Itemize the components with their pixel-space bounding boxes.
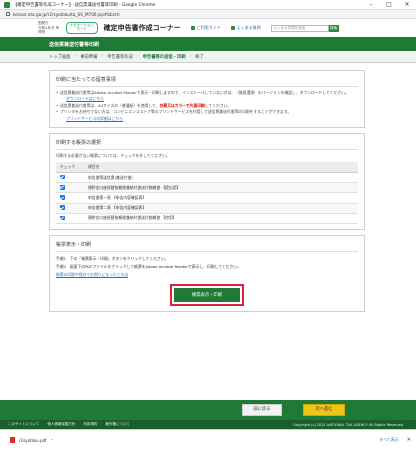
faq-icon (230, 26, 235, 30)
breadcrumb-step: 申告書等作成 (107, 54, 133, 60)
browser-titlebar: 【確定申告書等作成コーナー】-送信票兼送付書等印刷 - Google Chrom… (0, 0, 416, 10)
footer-link[interactable]: 著作権について (105, 422, 129, 427)
table-row: 預貯金口座振替依頼書兼納付書送付依頼書 【控用】 (56, 213, 358, 224)
form-checkbox[interactable] (60, 185, 65, 190)
notice-item: プリンタをお持ちでない方は、コンビニエンスストア等のプリントサービスを利用して送… (56, 109, 358, 116)
form-checkbox[interactable] (60, 195, 65, 200)
form-name: 申告書第二表 【申告内容確認表】 (84, 203, 358, 214)
notices-panel: 印刷に当たっての留意事項 送信票兼送付書等はAdobe Acrobat Read… (49, 70, 365, 129)
table-row: 申告書第二表 【申告内容確認表】 (56, 203, 358, 214)
chevron-up-icon[interactable]: ⌃ (51, 438, 54, 443)
navigation-bar (0, 400, 416, 420)
table-row: 申告書第一表 【申告内容確認表】 (56, 192, 358, 204)
faq-link[interactable]: よくある質問 (230, 25, 261, 31)
form-select-description: 印刷する必要がない帳票については、チェックを外してください。 (56, 153, 170, 159)
guide-link[interactable]: ご利用ガイド (190, 25, 221, 31)
close-icon[interactable]: ✕ (407, 437, 411, 443)
address-bar[interactable]: keisan.nta.go.jp/r2/syotoku/ta_SS_M706.j… (0, 10, 416, 19)
form-select-title: 印刷する帳票の選択 (56, 139, 358, 151)
breadcrumb-step-current: 申告書等の送信・印刷 (142, 54, 186, 60)
next-button[interactable]: 次へ進む (303, 404, 345, 416)
breadcrumb-step: トップ画面 (49, 54, 71, 60)
table-row: 預貯金口座振替依頼書兼納付書送付依頼書 【提出用】 (56, 182, 358, 194)
form-name: 申告書等送信票(兼送付書) (84, 172, 358, 184)
form-select-panel: 印刷する帳票の選択 印刷する必要がない帳票については、チェックを外してください。… (49, 133, 365, 230)
print-help-link[interactable]: 帳票の印刷や保存でお困りになったときは (56, 271, 358, 278)
window-title: 【確定申告書等作成コーナー】-送信票兼送付書等印刷 - Google Chrom… (13, 2, 156, 8)
faq-link-label: よくある質問 (236, 25, 261, 30)
site-favicon-icon (4, 1, 10, 8)
notices-title: 印刷に当たっての留意事項 (56, 76, 358, 87)
footer-link[interactable]: 個人情報保護方針 (47, 422, 75, 427)
form-checkbox[interactable] (60, 215, 65, 221)
minimize-icon[interactable]: – (362, 0, 380, 10)
breadcrumb-separator-icon: › (189, 54, 192, 59)
column-header-check: チェック (56, 162, 84, 174)
footer-link[interactable]: このサイトについて (8, 422, 39, 427)
show-all-downloads-link[interactable]: すべて表示 (379, 437, 399, 443)
download-shelf: r2syotoku.pdf ⌃ すべて表示 ✕ (0, 429, 416, 450)
back-button[interactable]: 前に戻る (242, 404, 282, 416)
form-table: チェック 項目名 申告書等送信票(兼送付書) 預貯金口座振替依頼書兼納付書送付依… (56, 162, 358, 224)
breadcrumb: トップ画面 › 事前準備 › 申告書等作成 › 申告書等の送信・印刷 › 終了 (0, 51, 416, 63)
table-row: 申告書等送信票(兼送付書) (56, 172, 358, 184)
notice-emphasis: 白黒又はカラーで片面印刷 (159, 102, 205, 108)
guide-link-label: ご利用ガイド (196, 25, 221, 30)
breadcrumb-separator-icon: › (136, 54, 139, 59)
column-header-name: 項目名 (84, 162, 358, 174)
notice-text: 送信票兼送付書等は、A4サイズの（普通紙）を使用して、 (60, 102, 160, 108)
url-text[interactable]: keisan.nta.go.jp/r2/syotoku/ta_SS_M706.j… (13, 12, 120, 17)
notice-item: 送信票兼送付書等はAdobe Acrobat Readerで表示・印刷しますので… (56, 90, 358, 97)
search-button[interactable]: 検索 (328, 24, 339, 32)
guide-icon (190, 26, 195, 30)
notice-text: してください。 (204, 102, 232, 108)
form-checkbox[interactable] (60, 174, 65, 180)
site-header: 国税庁 令和2年分 所得税 ナビゲーション モード 確定申告書作成コーナー ご利… (0, 19, 416, 37)
form-name: 預貯金口座振替依頼書兼納付書送付依頼書 【控用】 (84, 213, 358, 224)
pdf-file-icon (10, 437, 15, 443)
site-title: 確定申告書作成コーナー (103, 24, 181, 32)
faq-search-input[interactable]: よくある質問を検索 (270, 24, 329, 32)
print-service-link[interactable]: プリントサービスの詳細はこちら (56, 116, 358, 122)
header-agency-label: 国税庁 令和2年分 所得税 (38, 21, 60, 35)
lock-icon (6, 12, 10, 16)
footer-link[interactable]: 利用規約 (83, 422, 97, 427)
breadcrumb-step: 事前準備 (80, 54, 98, 60)
form-name: 預貯金口座振替依頼書兼納付書送付依頼書 【提出用】 (84, 182, 358, 194)
close-window-icon[interactable]: ✕ (398, 0, 416, 10)
form-name: 申告書第一表 【申告内容確認表】 (84, 192, 358, 204)
print-step-1: 手順1 下の「帳票表示・印刷」ボタンをクリックしてください。 (56, 255, 169, 261)
breadcrumb-separator-icon: › (101, 54, 104, 59)
page-heading: 送信票兼送付書等印刷 (0, 37, 416, 51)
form-checkbox[interactable] (60, 205, 65, 210)
breadcrumb-separator-icon: › (74, 54, 77, 59)
main-content: 印刷に当たっての留意事項 送信票兼送付書等はAdobe Acrobat Read… (49, 70, 365, 317)
print-panel: 帳票表示・印刷 手順1 下の「帳票表示・印刷」ボタンをクリックしてください。 手… (49, 234, 365, 312)
print-button[interactable]: 帳票表示・印刷 (173, 287, 241, 302)
print-step-2: 手順2 画面下のPDFファイルをクリックして帳票をAdobe Acrobat R… (56, 263, 241, 269)
breadcrumb-step: 終了 (195, 54, 204, 60)
maximize-icon[interactable]: □ (380, 0, 398, 10)
copyright-text: Copyright (c) 2021 NATIONAL TAX AGENCY A… (292, 422, 404, 427)
navigation-mode-button[interactable]: ナビゲーション モード (66, 22, 98, 34)
site-footer: このサイトについて 個人情報保護方針 利用規約 著作権について Copyrigh… (0, 420, 416, 429)
print-button-highlight: 帳票表示・印刷 (169, 283, 245, 306)
print-title: 帳票表示・印刷 (56, 241, 358, 252)
downloaded-file[interactable]: r2syotoku.pdf (19, 438, 47, 443)
